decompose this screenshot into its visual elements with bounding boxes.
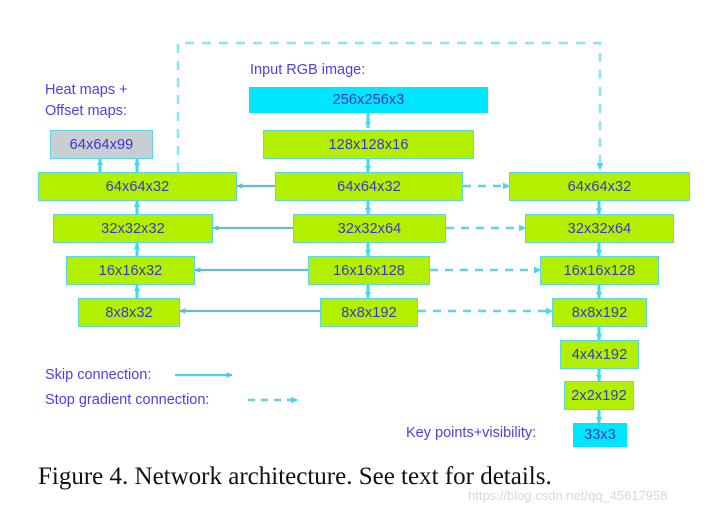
block-right-3: 8x8x192 [552,298,647,327]
heat-maps-label: Heat maps + Offset maps: [45,80,128,122]
block-decoder-1: 32x32x32 [53,214,213,243]
block-encoder-1: 64x64x32 [275,172,463,201]
block-keypoints: 33x3 [573,423,627,447]
heat-maps-label-line1: Heat maps + [45,82,128,98]
figure-caption: Figure 4. Network architecture. See text… [38,463,552,490]
skip-connection-arrows [179,183,320,314]
stop-gradient-arrows [418,182,554,315]
block-encoder-2: 32x32x64 [293,214,446,243]
block-encoder-3: 16x16x128 [308,256,430,285]
block-right-1: 32x32x64 [525,214,674,243]
block-decoder-3: 8x8x32 [78,298,180,327]
block-right-4: 4x4x192 [560,340,639,369]
block-input-rgb: 256x256x3 [249,87,488,113]
watermark-text: https://blog.csdn.net/qq_45617958 [468,488,668,503]
input-rgb-label: Input RGB image: [250,62,366,78]
block-heatmap-output: 64x64x99 [50,130,153,159]
block-decoder-2: 16x16x32 [66,256,195,285]
block-right-5: 2x2x192 [564,381,634,410]
network-architecture-figure: Heat maps + Offset maps: Input RGB image… [0,0,718,511]
block-encoder-0: 128x128x16 [263,130,474,159]
block-right-2: 16x16x128 [540,256,659,285]
block-decoder-0: 64x64x32 [38,172,237,201]
legend-stop-gradient-label: Stop gradient connection: [45,392,210,408]
block-encoder-4: 8x8x192 [320,298,418,327]
legend-skip-label: Skip connection: [45,367,152,383]
key-points-label: Key points+visibility: [406,425,537,441]
heat-maps-label-line2: Offset maps: [45,103,127,120]
block-right-0: 64x64x32 [509,172,690,201]
